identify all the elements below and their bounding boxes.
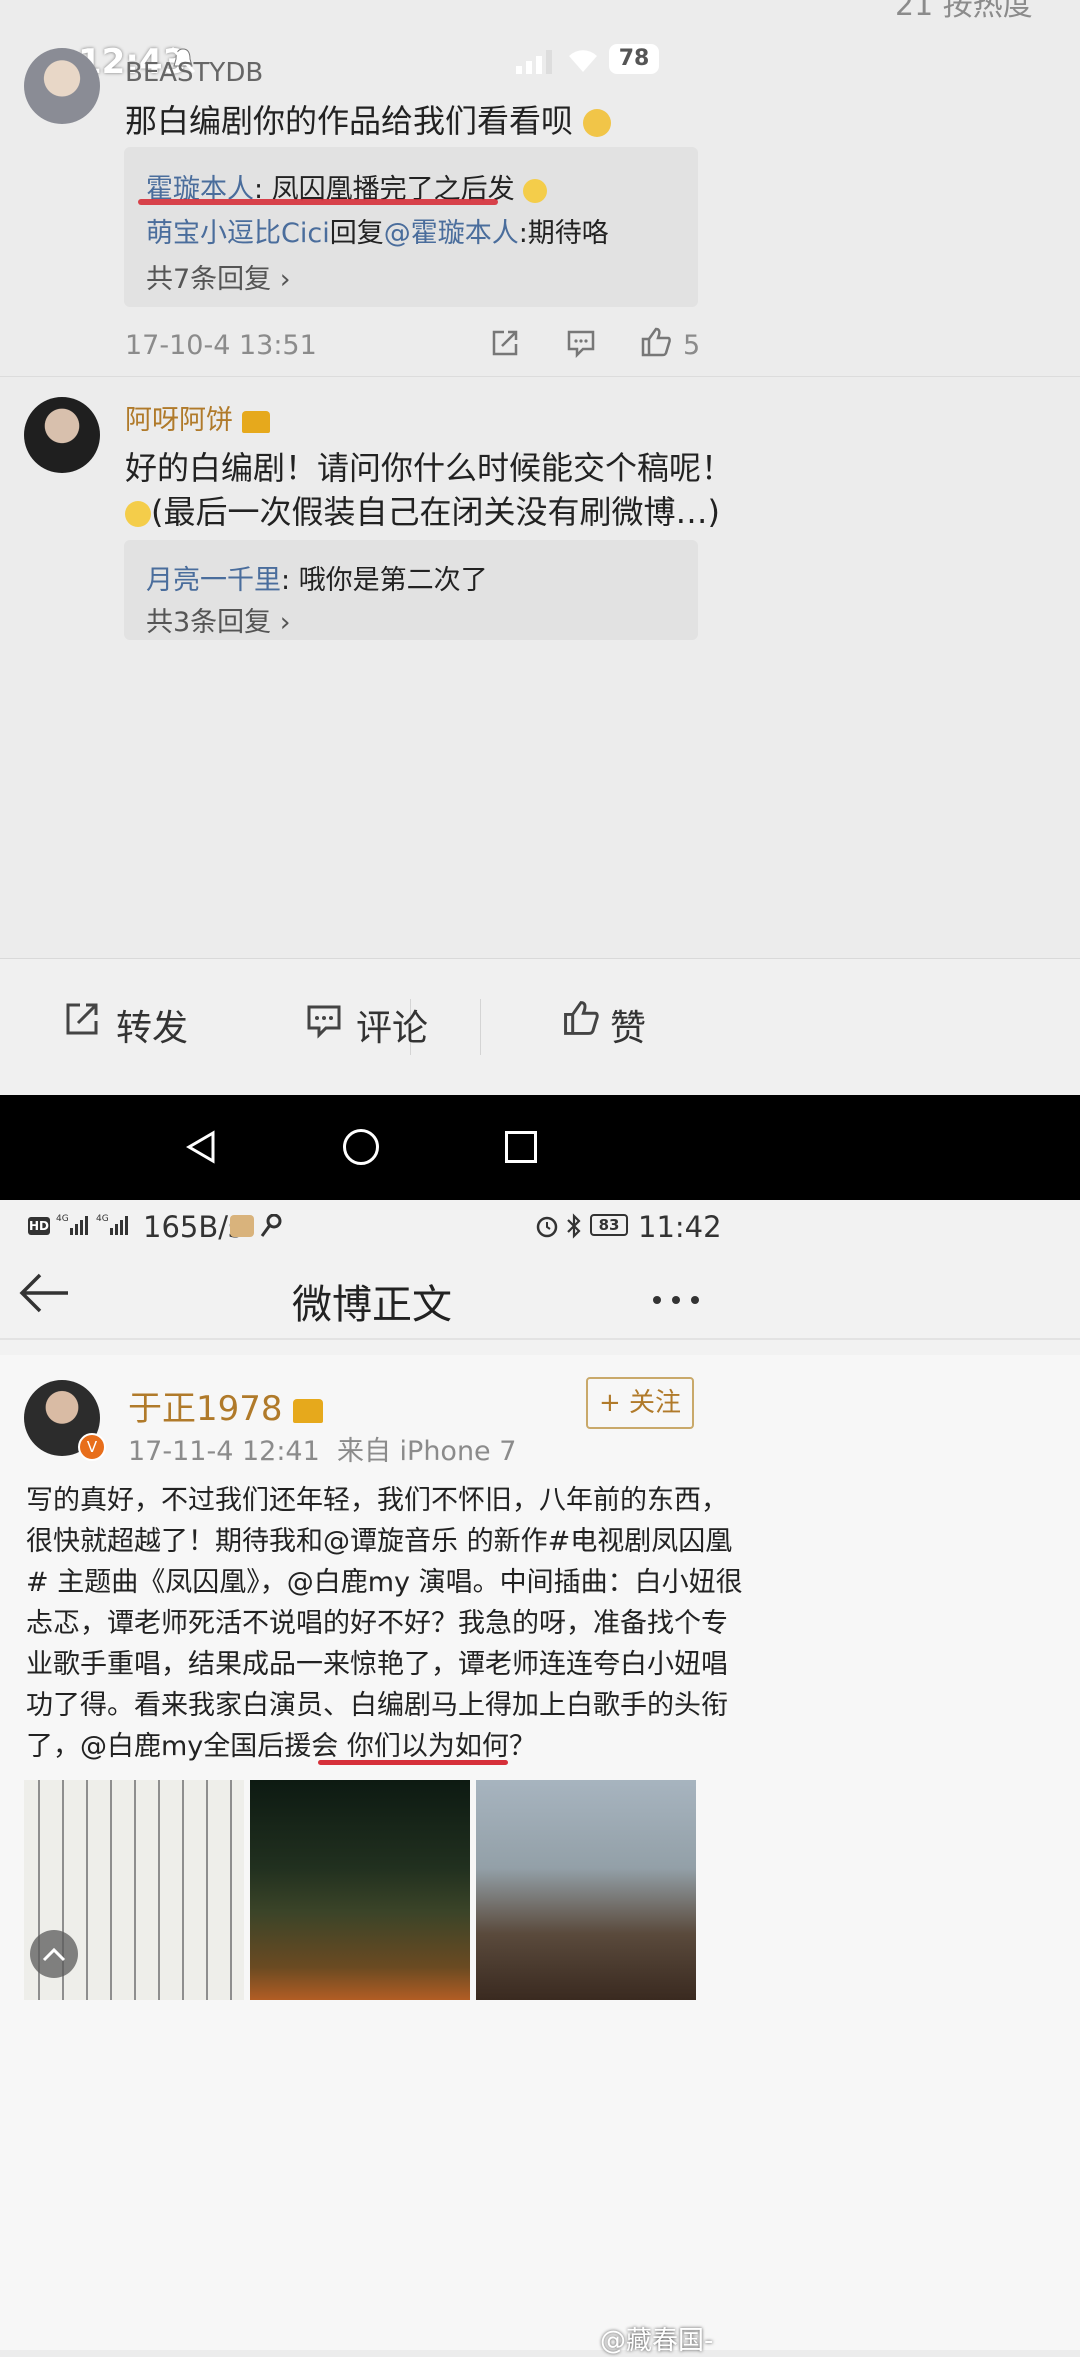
svg-text:4G: 4G — [96, 1214, 109, 1224]
comment-text: (最后一次假装自己在闭关没有刷微博…) — [125, 487, 720, 533]
comment-icon[interactable] — [306, 1003, 342, 1039]
comment-username[interactable]: 阿呀阿饼 — [125, 398, 270, 437]
post-username[interactable]: 于正1978 — [128, 1381, 324, 1430]
avatar[interactable] — [24, 48, 100, 124]
post-line: 很快就超越了！期待我和@谭旋音乐 的新作#电视剧凤囚凰 — [26, 1526, 733, 1557]
more-options-icon[interactable] — [652, 1290, 700, 1304]
like-button[interactable]: 赞 — [610, 999, 646, 1051]
like-icon[interactable] — [562, 999, 600, 1037]
comment-button[interactable]: 评论 — [356, 999, 428, 1051]
network-speed: 165B/s — [143, 1210, 244, 1244]
battery-level: 83 — [598, 1216, 620, 1234]
red-underline — [318, 1760, 508, 1765]
scroll-up-button[interactable] — [30, 1930, 78, 1978]
repost-icon[interactable] — [64, 1001, 100, 1037]
svg-text:4G: 4G — [56, 1214, 69, 1224]
key-icon — [260, 1213, 282, 1238]
emoji-icon — [125, 501, 151, 527]
crown-icon — [241, 410, 270, 433]
battery-level: 78 — [618, 46, 650, 71]
cell-signal-icon: 4G — [56, 1212, 90, 1236]
comment-text: 好的白编剧！请问你什么时候能交个稿呢！ — [125, 449, 734, 487]
horse-rider-image[interactable] — [476, 1780, 696, 2000]
crown-icon — [293, 1398, 324, 1423]
cell-signal-icon — [516, 50, 556, 74]
divider — [0, 376, 1080, 377]
status-time: 11:42 — [638, 1210, 722, 1244]
bottom-screenshot: HD 4G 4G 165B/s 83 11:42 微博正文 V 于正1978 1… — [0, 1200, 1080, 2356]
page-title: 微博正文 — [292, 1282, 452, 1328]
post-line: # 主题曲《凤囚凰》，@白鹿my 演唱。中间插曲：白小妞很 — [26, 1567, 743, 1598]
bluetooth-icon — [566, 1212, 582, 1240]
divider — [0, 1338, 1080, 1340]
back-arrow-icon[interactable] — [18, 1272, 70, 1314]
battery-icon: 83 — [590, 1214, 628, 1236]
emoji-icon — [523, 178, 548, 203]
post-line: 写的真好，不过我们还年轻，我们不怀旧，八年前的东西， — [26, 1485, 728, 1516]
avatar[interactable] — [24, 397, 100, 473]
verified-badge-icon: V — [78, 1433, 106, 1461]
cell-signal-icon: 4G — [96, 1212, 130, 1236]
android-nav-bar — [0, 1095, 1080, 1200]
battery-icon: 78 — [609, 44, 659, 74]
more-replies-link[interactable]: 共3条回复 › — [146, 600, 291, 639]
recents-nav-icon[interactable] — [505, 1131, 537, 1163]
comment-icon[interactable] — [566, 328, 596, 359]
share-icon[interactable] — [490, 328, 520, 358]
alarm-icon — [535, 1214, 559, 1238]
comment-username[interactable]: BEASTYDB — [125, 58, 263, 88]
like-icon[interactable] — [640, 326, 672, 358]
home-nav-icon[interactable] — [343, 1129, 379, 1165]
repost-button[interactable]: 转发 — [116, 999, 188, 1051]
comment-text: 那白编剧你的作品给我们看看呗 — [125, 96, 612, 142]
sort-label[interactable]: 21 按热度 — [895, 0, 1033, 24]
reply-item[interactable]: 月亮一千里: 哦你是第二次了 — [146, 558, 488, 597]
reply-item[interactable]: 萌宝小逗比Cici回复@霍璇本人:期待咯 — [146, 211, 609, 250]
post-card: V 于正1978 17-11-4 12:41 来自 iPhone 7 + 关注 … — [0, 1355, 1080, 2350]
wifi-icon — [566, 46, 600, 74]
comment-timestamp: 17-10-4 13:51 — [125, 330, 317, 361]
like-count: 5 — [683, 330, 701, 361]
post-meta: 17-11-4 12:41 来自 iPhone 7 — [128, 1436, 517, 1467]
post-line: 忐忑，谭老师死活不说唱的好不好？我急的呀，准备找个专 — [26, 1608, 728, 1639]
follow-button[interactable]: + 关注 — [586, 1377, 694, 1429]
hd-icon: HD — [28, 1217, 50, 1235]
reply-box: 月亮一千里: 哦你是第二次了 共3条回复 › — [124, 540, 698, 640]
emoji-icon — [583, 109, 612, 137]
red-underline — [138, 199, 498, 205]
post-line: 功了得。看来我家白演员、白编剧马上得加上白歌手的头衔 — [26, 1690, 728, 1721]
action-bar: 转发 评论 赞 — [0, 958, 1080, 1096]
landscape-image[interactable] — [250, 1780, 470, 2000]
back-nav-icon[interactable] — [183, 1129, 219, 1165]
top-screenshot: 21 按热度 12:43 78 BEASTYDB 那白编剧你的作品给我们看看呗 … — [0, 0, 1080, 1200]
app-notification-icon — [230, 1215, 254, 1237]
reply-box: 霍璇本人: 凤囚凰播完了之后发 萌宝小逗比Cici回复@霍璇本人:期待咯 共7条… — [124, 147, 698, 307]
post-body: 写的真好，不过我们还年轻，我们不怀旧，八年前的东西， 很快就超越了！期待我和@谭… — [26, 1480, 743, 1767]
more-replies-link[interactable]: 共7条回复 › — [146, 257, 291, 296]
post-line: 业歌手重唱，结果成品一来惊艳了，谭老师连连夸白小妞唱 — [26, 1649, 728, 1680]
watermark: @藏春国- — [600, 2326, 714, 2356]
